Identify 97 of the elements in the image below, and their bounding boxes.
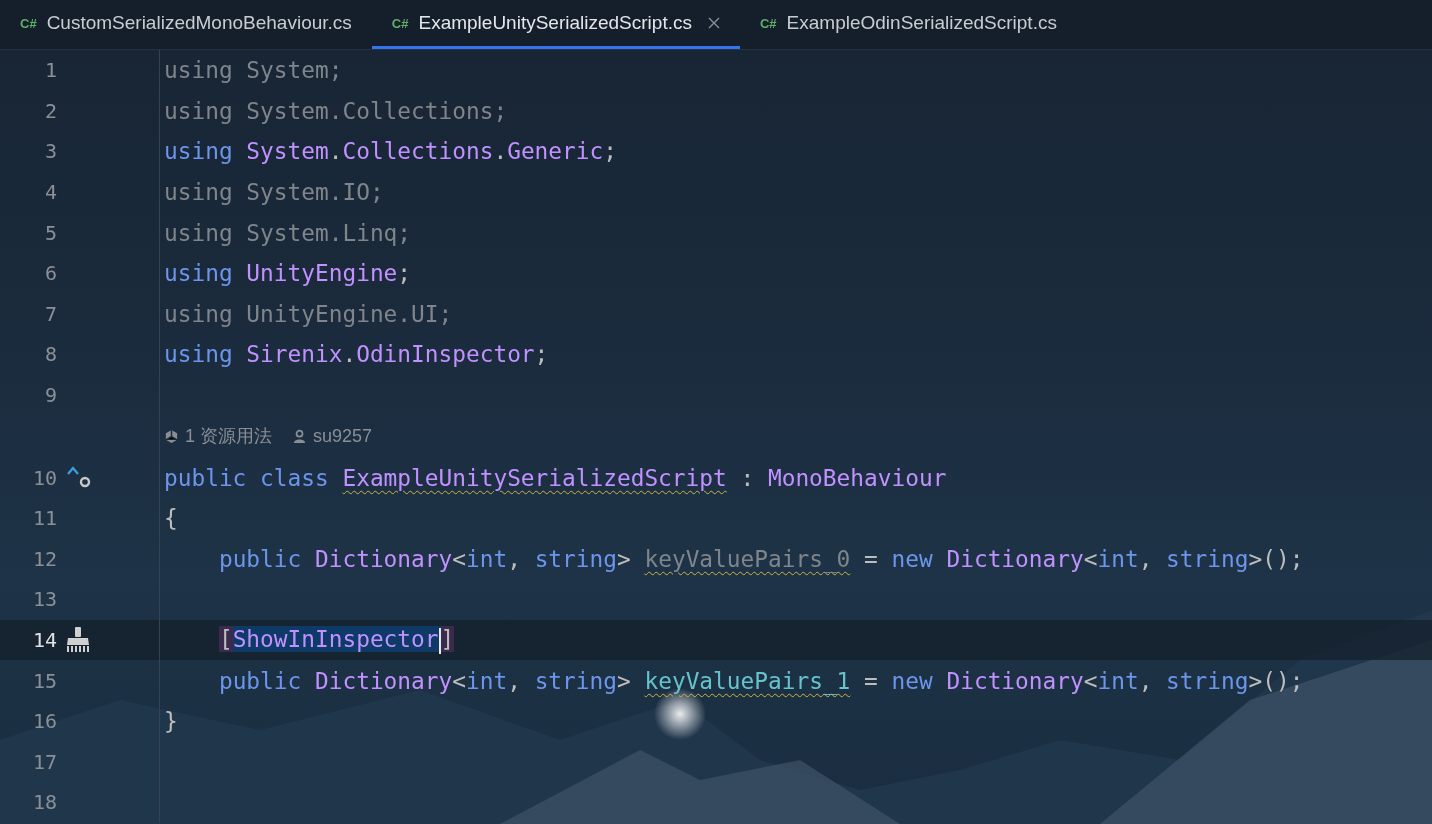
line-number: 16 [31,709,57,734]
code-punctuation: < [1083,545,1098,572]
line-number: 2 [43,98,57,123]
unused-code: using [164,57,233,84]
code-punctuation: = [864,545,878,572]
type-name: Dictionary [315,667,453,694]
type-name: Dictionary [315,545,453,572]
line-number: 13 [31,587,57,612]
line-number: 12 [31,546,57,571]
code-punctuation: , [1138,667,1153,694]
code-punctuation: . [342,341,357,368]
code-punctuation: < [452,545,466,572]
code-punctuation: ; [534,341,549,368]
unused-code: using [164,300,233,327]
type-name: System [246,138,329,165]
code-punctuation: = [864,667,878,694]
line-number: 17 [31,749,57,774]
keyword: int [466,545,508,572]
line-number: 15 [31,668,57,693]
tab-label: ExampleUnitySerializedScript.cs [418,12,692,34]
code-punctuation: > [617,545,631,572]
usages-link[interactable]: 1 资源用法 [185,424,272,449]
line-number: 3 [43,139,57,164]
code-punctuation: < [452,667,466,694]
keyword: string [534,667,617,694]
line-number: 1 [43,58,57,83]
line-number: 5 [43,220,57,245]
unused-code: using [164,97,233,124]
code-punctuation: } [164,708,178,735]
code-punctuation: . [493,138,508,165]
unused-code: System.IO; [246,179,384,206]
field-name: keyValuePairs_1 [644,667,851,694]
type-name: Collections [342,138,494,165]
keyword: int [1097,545,1139,572]
code-punctuation: : [740,464,755,491]
file-tab[interactable]: C# ExampleOdinSerializedScript.cs [739,0,1077,49]
unused-code: using [164,219,233,246]
code-punctuation: [ [218,626,233,653]
code-punctuation: ; [397,260,412,287]
keyword: public [218,667,302,694]
keyword: new [891,545,933,572]
code-punctuation: , [1138,545,1153,572]
type-name: Dictionary [946,545,1084,572]
type-name: Sirenix [246,341,343,368]
type-name: Generic [507,138,604,165]
code-punctuation: { [164,505,178,532]
line-number: 6 [43,261,57,286]
keyword: public class [164,464,329,491]
keyword: string [1166,667,1249,694]
line-number: 8 [43,342,57,367]
code-punctuation: >(); [1248,545,1304,572]
line-number: 4 [43,180,57,205]
file-tab[interactable]: C# CustomSerializedMonoBehaviour.cs [0,0,372,49]
line-number: 11 [31,506,57,531]
line-number: 10 [31,465,57,490]
keyword: string [534,545,617,572]
keyword: string [1166,545,1249,572]
line-number: 7 [43,301,57,326]
keyword: int [466,667,508,694]
type-name: UnityEngine [246,260,398,287]
code-punctuation: > [617,667,631,694]
keyword: using [164,341,233,368]
csharp-file-icon: C# [759,15,777,31]
keyword: using [164,260,233,287]
keyword: new [891,667,933,694]
code-punctuation: . [328,138,343,165]
unused-code: System.Linq; [246,219,412,246]
code-punctuation: , [507,545,521,572]
author-link[interactable]: su9257 [313,425,373,447]
line-number: 18 [31,790,57,815]
code-punctuation: ; [603,138,617,165]
unused-code: System.Collections; [246,97,508,124]
type-name: ExampleUnitySerializedScript [342,464,727,491]
unused-code: UnityEngine.UI; [246,300,453,327]
unused-code: using [164,179,233,206]
unused-code: System; [246,57,343,84]
keyword: int [1097,667,1139,694]
type-name: Dictionary [946,667,1084,694]
type-name: ShowInInspector [232,626,441,653]
tab-label: ExampleOdinSerializedScript.cs [786,12,1057,34]
csharp-file-icon: C# [391,15,409,31]
file-tab[interactable]: C# ExampleUnitySerializedScript.cs [371,0,740,49]
keyword: using [164,138,233,165]
tab-label: CustomSerializedMonoBehaviour.cs [46,12,352,34]
line-number: 9 [43,383,57,408]
person-icon [292,428,307,444]
close-icon[interactable] [707,17,720,29]
csharp-file-icon: C# [20,15,37,31]
code-punctuation: >(); [1248,667,1304,694]
code-punctuation: < [1083,667,1098,694]
keyword: public [218,545,302,572]
line-number: 14 [31,628,57,652]
unused-code: keyValuePairs_0 [644,545,851,572]
brush-icon[interactable] [65,626,91,654]
type-name: OdinInspector [356,341,535,368]
code-punctuation: , [507,667,521,694]
type-name: MonoBehaviour [767,464,947,491]
